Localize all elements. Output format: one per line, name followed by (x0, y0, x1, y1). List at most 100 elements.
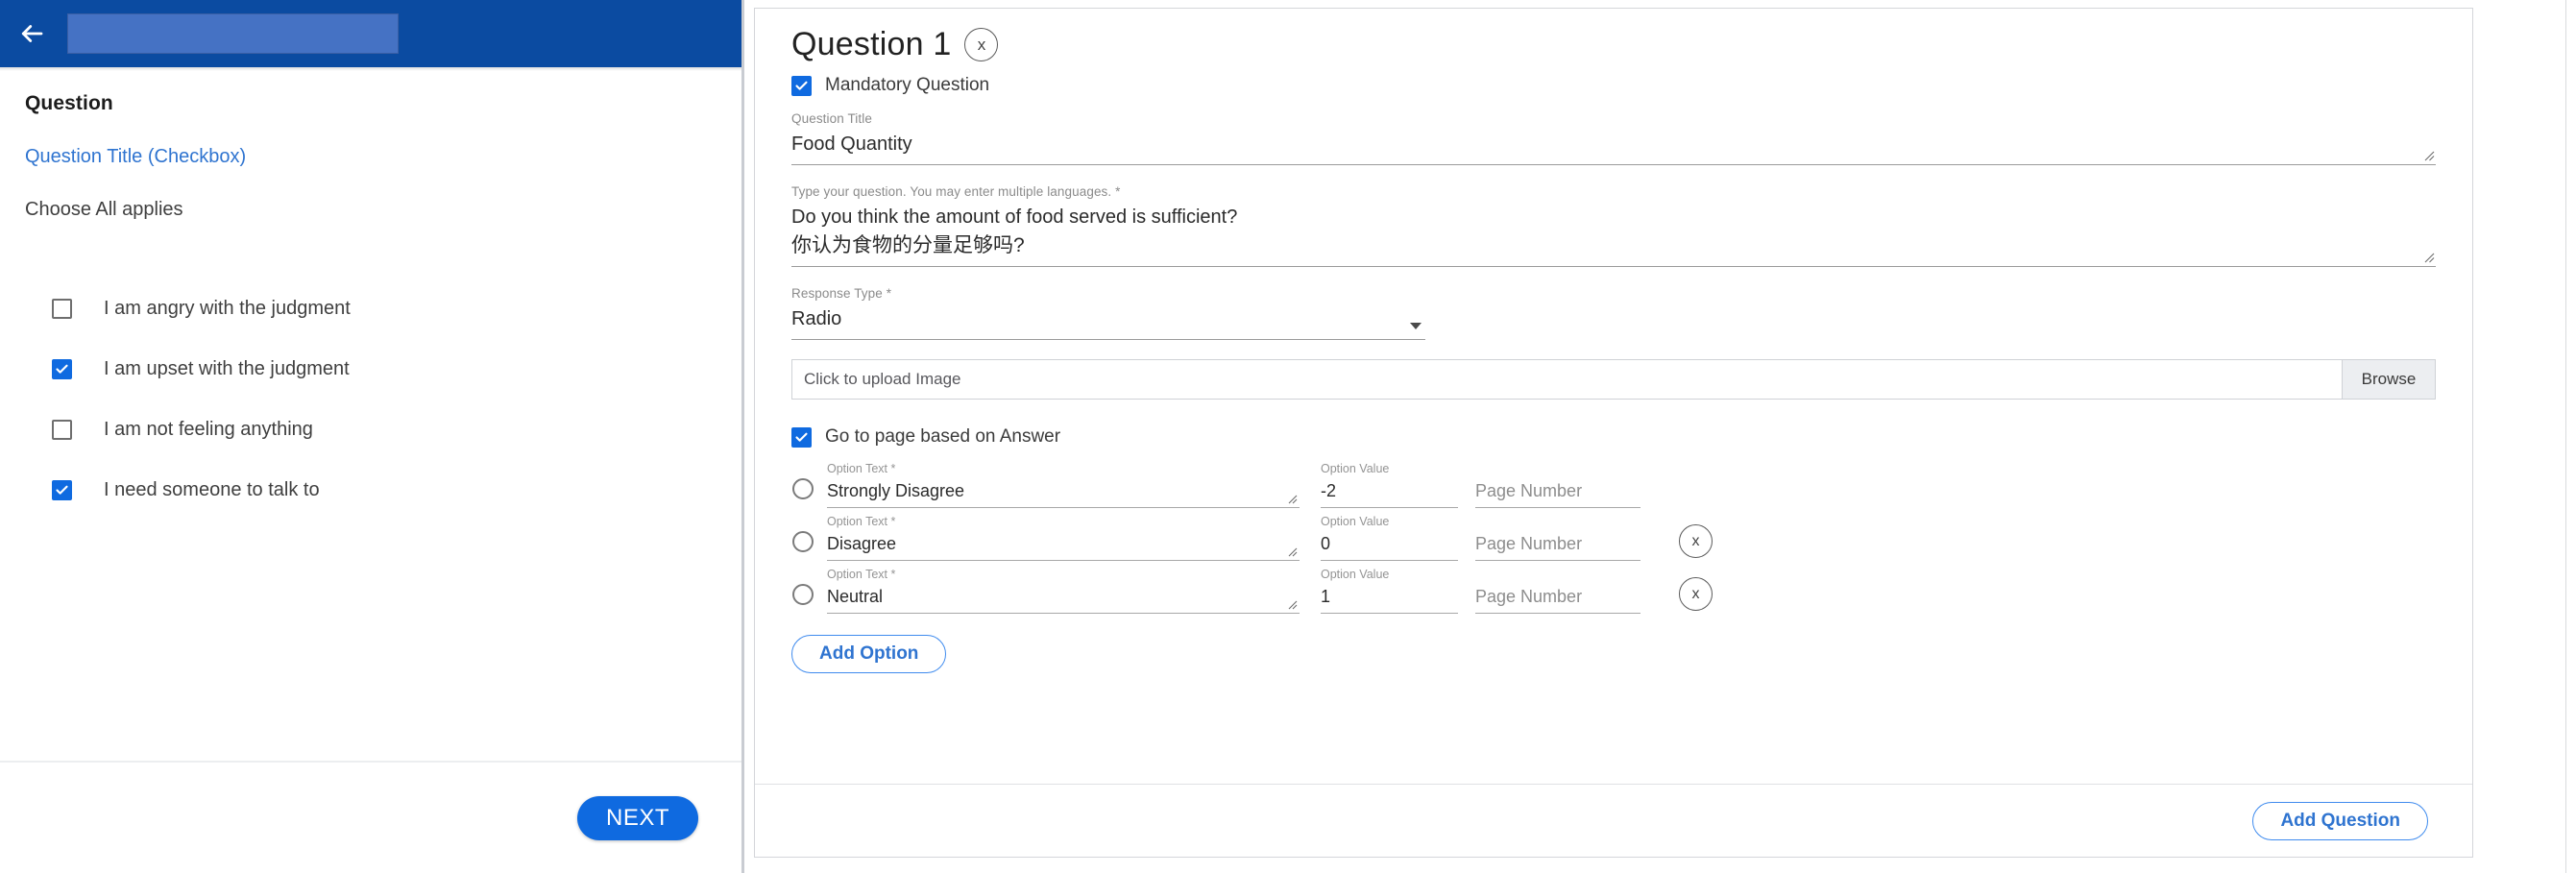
option-value-field: Option Value 0 (1321, 515, 1458, 561)
option-page-caption (1475, 515, 1640, 529)
resize-handle-icon[interactable] (2421, 148, 2435, 161)
preview-pane: Question Question Title (Checkbox) Choos… (0, 0, 744, 873)
option-page-field: Page Number (1475, 462, 1640, 508)
goto-page-checkbox[interactable] (791, 426, 812, 448)
page-scrollbar[interactable] (2565, 0, 2576, 873)
mandatory-checkbox[interactable] (791, 75, 812, 96)
chevron-down-icon[interactable] (1410, 323, 1422, 329)
mandatory-label: Mandatory Question (825, 75, 990, 95)
preview-option-label: I am upset with the judgment (104, 358, 350, 379)
editor-pane: Question 1 x Mandatory Question Question… (744, 0, 2576, 873)
resize-handle-icon[interactable] (1286, 597, 1298, 610)
preview-question-title-link[interactable]: Question Title (Checkbox) (25, 146, 717, 168)
question-title-input[interactable]: Food Quantity (791, 130, 2436, 165)
option-text-value: Disagree (827, 534, 897, 553)
option-text-caption: Option Text * (827, 462, 896, 475)
preview-option-list: I am angry with the judgment I am upset … (25, 279, 717, 521)
option-row: Option Text * Disagree Option Value 0 Pa… (791, 508, 2436, 561)
resize-handle-icon[interactable] (1286, 545, 1298, 557)
next-button[interactable]: NEXT (576, 795, 698, 840)
preview-option-row[interactable]: I am not feeling anything (25, 400, 717, 460)
preview-option-row[interactable]: I need someone to talk to (25, 460, 717, 521)
preview-option-checkbox[interactable] (52, 480, 72, 500)
option-row: Option Text * Neutral Option Value 1 Pag… (791, 561, 2436, 614)
add-option-wrap: Add Option (791, 635, 2436, 673)
option-page-placeholder: Page Number (1475, 587, 1583, 606)
upload-image-input[interactable]: Click to upload Image (792, 360, 2342, 399)
option-text-caption: Option Text * (827, 568, 896, 581)
resize-handle-icon[interactable] (2421, 250, 2435, 263)
question-text-value-en: Do you think the amount of food served i… (791, 206, 1238, 228)
response-type-value: Radio (791, 308, 842, 329)
option-page-caption (1475, 462, 1640, 476)
resize-handle-icon[interactable] (1286, 492, 1298, 504)
question-text-input[interactable]: Do you think the amount of food served i… (791, 203, 2436, 267)
option-text-input[interactable]: Strongly Disagree (827, 479, 1300, 508)
preview-option-row[interactable]: I am upset with the judgment (25, 339, 717, 400)
option-text-input[interactable]: Disagree (827, 532, 1300, 561)
question-title-field: Question Title Food Quantity (791, 111, 2436, 165)
response-type-caption: Response Type * (791, 286, 892, 301)
option-row: Option Text * Strongly Disagree Option V… (791, 455, 2436, 508)
preview-option-label: I am angry with the judgment (104, 298, 351, 319)
option-text-input[interactable]: Neutral (827, 585, 1300, 614)
response-type-field: Response Type * Radio (791, 286, 1425, 340)
preview-option-label: I need someone to talk to (104, 479, 320, 500)
image-upload-row: Click to upload Image Browse (791, 359, 2436, 400)
option-value-field: Option Value -2 (1321, 462, 1458, 508)
option-radio-icon[interactable] (792, 584, 814, 605)
remove-option-icon[interactable]: x (1679, 577, 1713, 611)
add-question-button[interactable]: Add Question (2252, 801, 2428, 840)
option-page-input[interactable]: Page Number (1475, 479, 1640, 508)
preview-option-checkbox[interactable] (52, 420, 72, 440)
remove-option-icon[interactable]: x (1679, 524, 1713, 558)
question-title-value: Food Quantity (791, 133, 912, 155)
option-page-field: Page Number (1475, 515, 1640, 561)
preview-body: Question Question Title (Checkbox) Choos… (0, 71, 741, 764)
option-radio-icon[interactable] (792, 478, 814, 499)
preview-option-checkbox[interactable] (52, 359, 72, 379)
option-value-caption: Option Value (1321, 515, 1390, 528)
option-text-value: Neutral (827, 587, 884, 606)
preview-instruction: Choose All applies (25, 199, 183, 220)
option-radio-icon[interactable] (792, 531, 814, 552)
browse-button[interactable]: Browse (2342, 360, 2435, 399)
back-arrow-icon[interactable] (10, 12, 54, 56)
option-value-caption: Option Value (1321, 568, 1390, 581)
mandatory-question-toggle[interactable]: Mandatory Question (791, 75, 2436, 96)
option-value-value: -2 (1321, 481, 1337, 500)
option-page-input[interactable]: Page Number (1475, 585, 1640, 614)
preview-option-row[interactable]: I am angry with the judgment (25, 279, 717, 339)
preview-option-label: I am not feeling anything (104, 419, 313, 440)
preview-footer: NEXT (0, 761, 741, 873)
preview-option-checkbox[interactable] (52, 299, 72, 319)
app-root: Question Question Title (Checkbox) Choos… (0, 0, 2576, 873)
option-text-caption: Option Text * (827, 515, 896, 528)
option-page-input[interactable]: Page Number (1475, 532, 1640, 561)
question-text-caption: Type your question. You may enter multip… (791, 184, 1121, 199)
question-text-field: Type your question. You may enter multip… (791, 184, 2436, 267)
option-value-value: 0 (1321, 534, 1331, 553)
option-page-caption (1475, 568, 1640, 582)
goto-page-toggle[interactable]: Go to page based on Answer (791, 426, 2436, 448)
option-page-placeholder: Page Number (1475, 534, 1583, 553)
option-value-input[interactable]: -2 (1321, 479, 1458, 508)
option-text-value: Strongly Disagree (827, 481, 965, 500)
app-header (0, 0, 741, 67)
preview-section-label: Question (25, 92, 113, 114)
option-value-input[interactable]: 0 (1321, 532, 1458, 561)
page-title: Question 1 (791, 26, 952, 62)
editor-card-footer: Add Question (755, 784, 2472, 857)
option-value-input[interactable]: 1 (1321, 585, 1458, 614)
option-text-field: Option Text * Neutral (827, 568, 1300, 614)
goto-page-label: Go to page based on Answer (825, 426, 1061, 447)
close-question-icon[interactable]: x (964, 28, 999, 61)
header-title-placeholder (67, 13, 399, 54)
question-heading-row: Question 1 x (791, 26, 2436, 63)
option-value-value: 1 (1321, 587, 1331, 606)
option-page-field: Page Number (1475, 568, 1640, 614)
response-type-select[interactable]: Radio (791, 304, 1425, 340)
question-text-value-zh: 你认为食物的分量足够吗? (791, 234, 1025, 256)
add-option-button[interactable]: Add Option (791, 635, 947, 673)
option-text-field: Option Text * Strongly Disagree (827, 462, 1300, 508)
